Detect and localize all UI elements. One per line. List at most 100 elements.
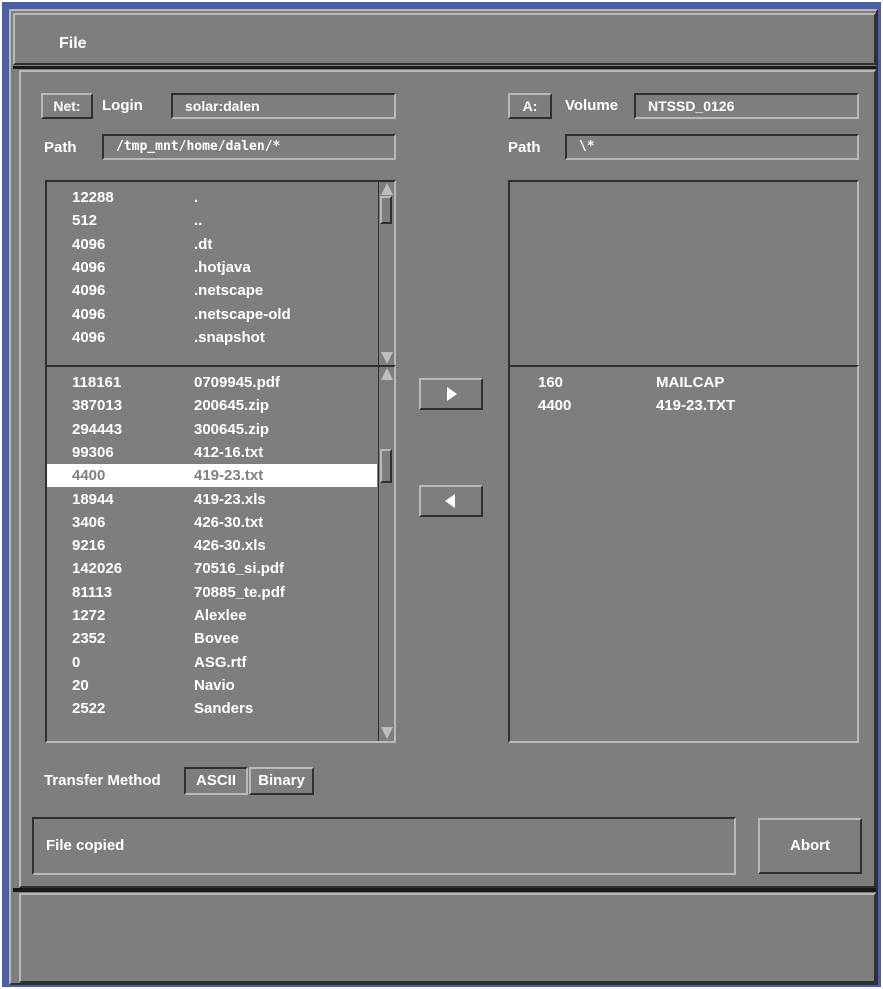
file-name: .netscape [194,282,264,300]
left-file-row[interactable]: 2352 Bovee [47,627,377,650]
menu-file[interactable]: File [59,35,87,53]
left-directory-row[interactable]: 4096 .netscape-old [47,303,377,326]
file-name: MAILCAP [656,374,725,391]
file-size: 9216 [72,537,106,555]
right-path-label: Path [508,139,541,156]
net-button[interactable]: Net: [41,93,93,119]
left-directory-row[interactable]: 4096 .dt [47,233,377,256]
file-size: 81113 [72,583,113,601]
file-name: 70885_te.pdf [194,583,285,601]
scrollbar-thumb[interactable] [380,196,392,224]
drive-a-button[interactable]: A: [508,93,552,119]
right-directory-list[interactable] [508,180,859,368]
file-name: 426-30.xls [194,537,266,555]
left-file-row[interactable]: 294443 300645.zip [47,418,377,441]
file-size: 4096 [72,328,106,346]
main-panel: Net: Login solar:dalen Path /tmp_mnt/hom… [19,70,876,888]
left-file-row[interactable]: 3406 426-30.txt [47,511,377,534]
file-size: 4096 [72,282,106,300]
file-size: 1272 [72,607,106,624]
left-dir-scrollbar[interactable] [378,182,394,366]
right-file-list[interactable]: 160 MAILCAP 4400 419-23.TXT [508,365,859,743]
file-name: ASG.rtf [194,653,247,671]
scroll-down-icon[interactable] [381,352,393,364]
copy-to-remote-button[interactable] [419,485,483,517]
file-size: 118161 [72,374,122,391]
login-label: Login [102,97,143,114]
bottom-separator [13,888,876,892]
left-file-row[interactable]: 1272 Alexlee [47,604,377,627]
file-size: 4096 [72,305,106,323]
file-size: 99306 [72,443,114,461]
left-file-row[interactable]: 2522 Sanders [47,697,377,720]
menu-bar: File [13,13,876,65]
file-name: Navio [194,676,235,694]
left-file-row[interactable]: 20 Navio [47,674,377,697]
left-file-row[interactable]: 4400 419-23.txt [47,464,377,488]
left-directory-row[interactable]: 4096 .hotjava [47,256,377,279]
file-size: 294443 [72,420,123,438]
left-path-field[interactable]: /tmp_mnt/home/dalen/* [102,134,396,160]
transfer-method-label: Transfer Method [44,772,161,789]
volume-label: Volume [565,97,619,114]
login-field[interactable]: solar:dalen [171,93,396,119]
file-size: 142026 [72,560,123,578]
left-file-list[interactable]: 118161 0709945.pdf 387013 200645.zip 294443 3… [45,365,396,743]
left-directory-row[interactable]: 4096 .snapshot [47,326,377,349]
file-size: 4096 [72,235,106,253]
left-file-scrollbar[interactable] [378,367,394,741]
file-size: 12288 [72,189,114,206]
file-name: .. [194,212,203,230]
ascii-toggle[interactable]: ASCII [184,767,248,795]
left-directory-list[interactable]: 12288. 512.. 4096 .dt 4096 .hotjava 4096 .netsc… [45,180,396,368]
left-file-row[interactable]: 142026 70516_si.pdf [47,557,377,580]
file-size: 20 [72,676,89,694]
left-file-row[interactable]: 118161 0709945.pdf [47,371,377,394]
file-name: 0709945.pdf [194,374,280,391]
scroll-down-icon[interactable] [381,727,393,739]
left-directory-row[interactable]: 4096 .netscape [47,279,377,302]
file-size: 2522 [72,700,106,718]
file-size: 4400 [538,397,572,415]
file-name: Alexlee [194,607,247,624]
scroll-up-icon[interactable] [381,368,393,380]
right-path-field[interactable]: \* [565,134,859,160]
file-name: .dt [194,235,213,253]
file-size: 2352 [72,630,106,648]
file-name: 426-30.txt [194,513,264,531]
binary-toggle[interactable]: Binary [249,767,314,795]
right-file-row[interactable]: 4400 419-23.TXT [510,394,857,417]
file-name: 70516_si.pdf [194,560,285,578]
file-name: 419-23.txt [194,467,264,485]
abort-button[interactable]: Abort [758,818,862,874]
left-file-row[interactable]: 0 ASG.rtf [47,651,377,674]
menu-separator [13,66,876,69]
file-name: . [194,189,199,206]
file-size: 4096 [72,258,106,276]
right-file-row[interactable]: 160 MAILCAP [510,371,857,394]
triangle-left-icon [445,494,455,508]
scrollbar-thumb[interactable] [380,449,392,483]
left-directory-row[interactable]: 12288. [47,186,377,209]
left-file-row[interactable]: 387013 200645.zip [47,394,377,417]
file-name: Sanders [194,700,254,718]
left-file-row[interactable]: 9216 426-30.xls [47,534,377,557]
file-size: 4400 [72,467,106,485]
file-name: .netscape-old [194,305,291,323]
file-size: 160 [538,374,564,391]
left-file-row[interactable]: 81113 70885_te.pdf [47,581,377,604]
left-file-row[interactable]: 99306 412-16.txt [47,441,377,464]
file-name: Bovee [194,630,240,648]
file-size: 387013 [72,397,123,415]
volume-field[interactable]: NTSSD_0126 [634,93,859,119]
status-field: File copied [32,817,736,875]
copy-to-local-button[interactable] [419,378,483,410]
file-name: 419-23.xls [194,490,266,508]
scroll-up-icon[interactable] [381,183,393,195]
left-file-row[interactable]: 18944 419-23.xls [47,488,377,511]
file-size: 0 [72,653,81,671]
file-size: 512 [72,212,98,230]
triangle-right-icon [447,387,457,401]
left-directory-row[interactable]: 512.. [47,209,377,232]
left-path-label: Path [44,139,77,156]
